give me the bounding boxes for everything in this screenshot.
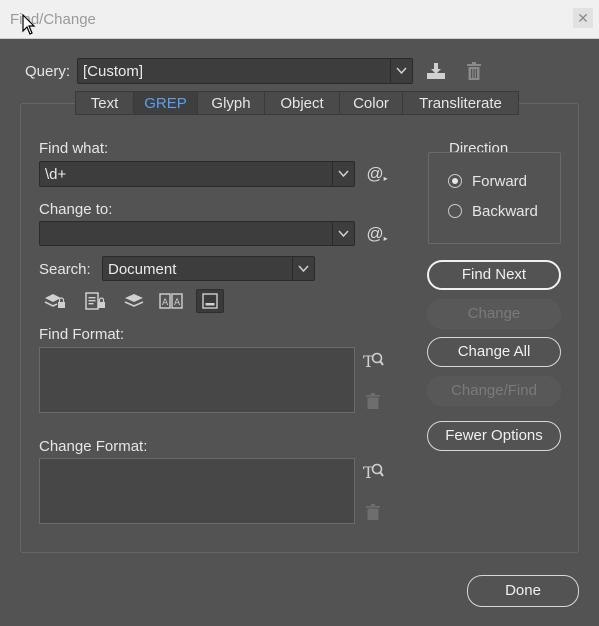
delete-query-icon[interactable]: [464, 61, 484, 81]
change-button[interactable]: Change: [427, 299, 561, 329]
mouse-cursor-icon: [22, 14, 36, 35]
include-hidden-layers-icon[interactable]: [121, 290, 147, 312]
include-locked-layers-icon[interactable]: [42, 290, 68, 312]
find-what-label: Find what:: [39, 140, 109, 157]
tab-text[interactable]: Text: [75, 91, 134, 115]
tab-transliterate[interactable]: Transliterate: [402, 91, 519, 115]
svg-text:T: T: [363, 463, 374, 481]
find-format-box[interactable]: [39, 347, 355, 413]
tab-object[interactable]: Object: [264, 91, 340, 115]
svg-text:T: T: [363, 352, 374, 370]
direction-group: [428, 152, 561, 244]
change-find-button[interactable]: Change/Find: [427, 376, 561, 406]
backward-label[interactable]: Backward: [472, 203, 538, 220]
specify-change-format-icon[interactable]: T: [361, 460, 385, 482]
search-label: Search:: [39, 261, 91, 278]
tab-grep[interactable]: GREP: [133, 91, 198, 115]
title-bar[interactable]: Find/Change ✕: [0, 0, 599, 39]
forward-label[interactable]: Forward: [472, 173, 527, 190]
chevron-down-icon[interactable]: [332, 222, 354, 245]
change-to-input[interactable]: [39, 221, 355, 246]
tab-bar: Text GREP Glyph Object Color Translitera…: [75, 91, 519, 115]
done-button[interactable]: Done: [467, 575, 579, 607]
include-locked-stories-icon[interactable]: [82, 290, 108, 312]
chevron-down-icon[interactable]: [292, 257, 314, 280]
include-footnotes-icon[interactable]: [196, 289, 224, 313]
forward-radio[interactable]: [448, 174, 462, 188]
find-format-label: Find Format:: [39, 326, 125, 343]
special-characters-icon[interactable]: @ ▸: [364, 163, 390, 185]
close-icon[interactable]: ✕: [573, 8, 593, 28]
search-select[interactable]: Document: [102, 256, 315, 281]
svg-text:A: A: [162, 298, 169, 308]
chevron-down-icon[interactable]: [332, 162, 354, 186]
fewer-options-button[interactable]: Fewer Options: [427, 421, 561, 451]
save-query-icon[interactable]: [425, 61, 447, 81]
find-next-button[interactable]: Find Next: [427, 260, 561, 290]
change-to-label: Change to:: [39, 201, 113, 218]
query-value: [Custom]: [83, 63, 144, 80]
search-value: Document: [108, 261, 177, 278]
tab-glyph[interactable]: Glyph: [197, 91, 265, 115]
clear-change-format-icon[interactable]: [364, 502, 382, 522]
find-what-input[interactable]: \d+: [39, 161, 355, 187]
change-format-label: Change Format:: [39, 438, 148, 455]
tab-color[interactable]: Color: [339, 91, 403, 115]
change-all-button[interactable]: Change All: [427, 337, 561, 367]
clear-find-format-icon[interactable]: [364, 391, 382, 411]
query-label: Query:: [25, 63, 71, 80]
chevron-down-icon[interactable]: [390, 59, 412, 83]
include-master-pages-icon[interactable]: A A: [158, 290, 184, 312]
special-characters-icon[interactable]: @ ▸: [364, 223, 390, 245]
backward-radio[interactable]: [448, 204, 462, 218]
query-select[interactable]: [Custom]: [77, 58, 413, 84]
find-what-value: \d+: [45, 166, 67, 183]
find-change-dialog: Find/Change ✕ Query: [Custom] Text GREP …: [0, 0, 599, 626]
specify-find-format-icon[interactable]: T: [361, 349, 385, 371]
change-format-box[interactable]: [39, 458, 355, 524]
svg-text:A: A: [174, 298, 181, 308]
